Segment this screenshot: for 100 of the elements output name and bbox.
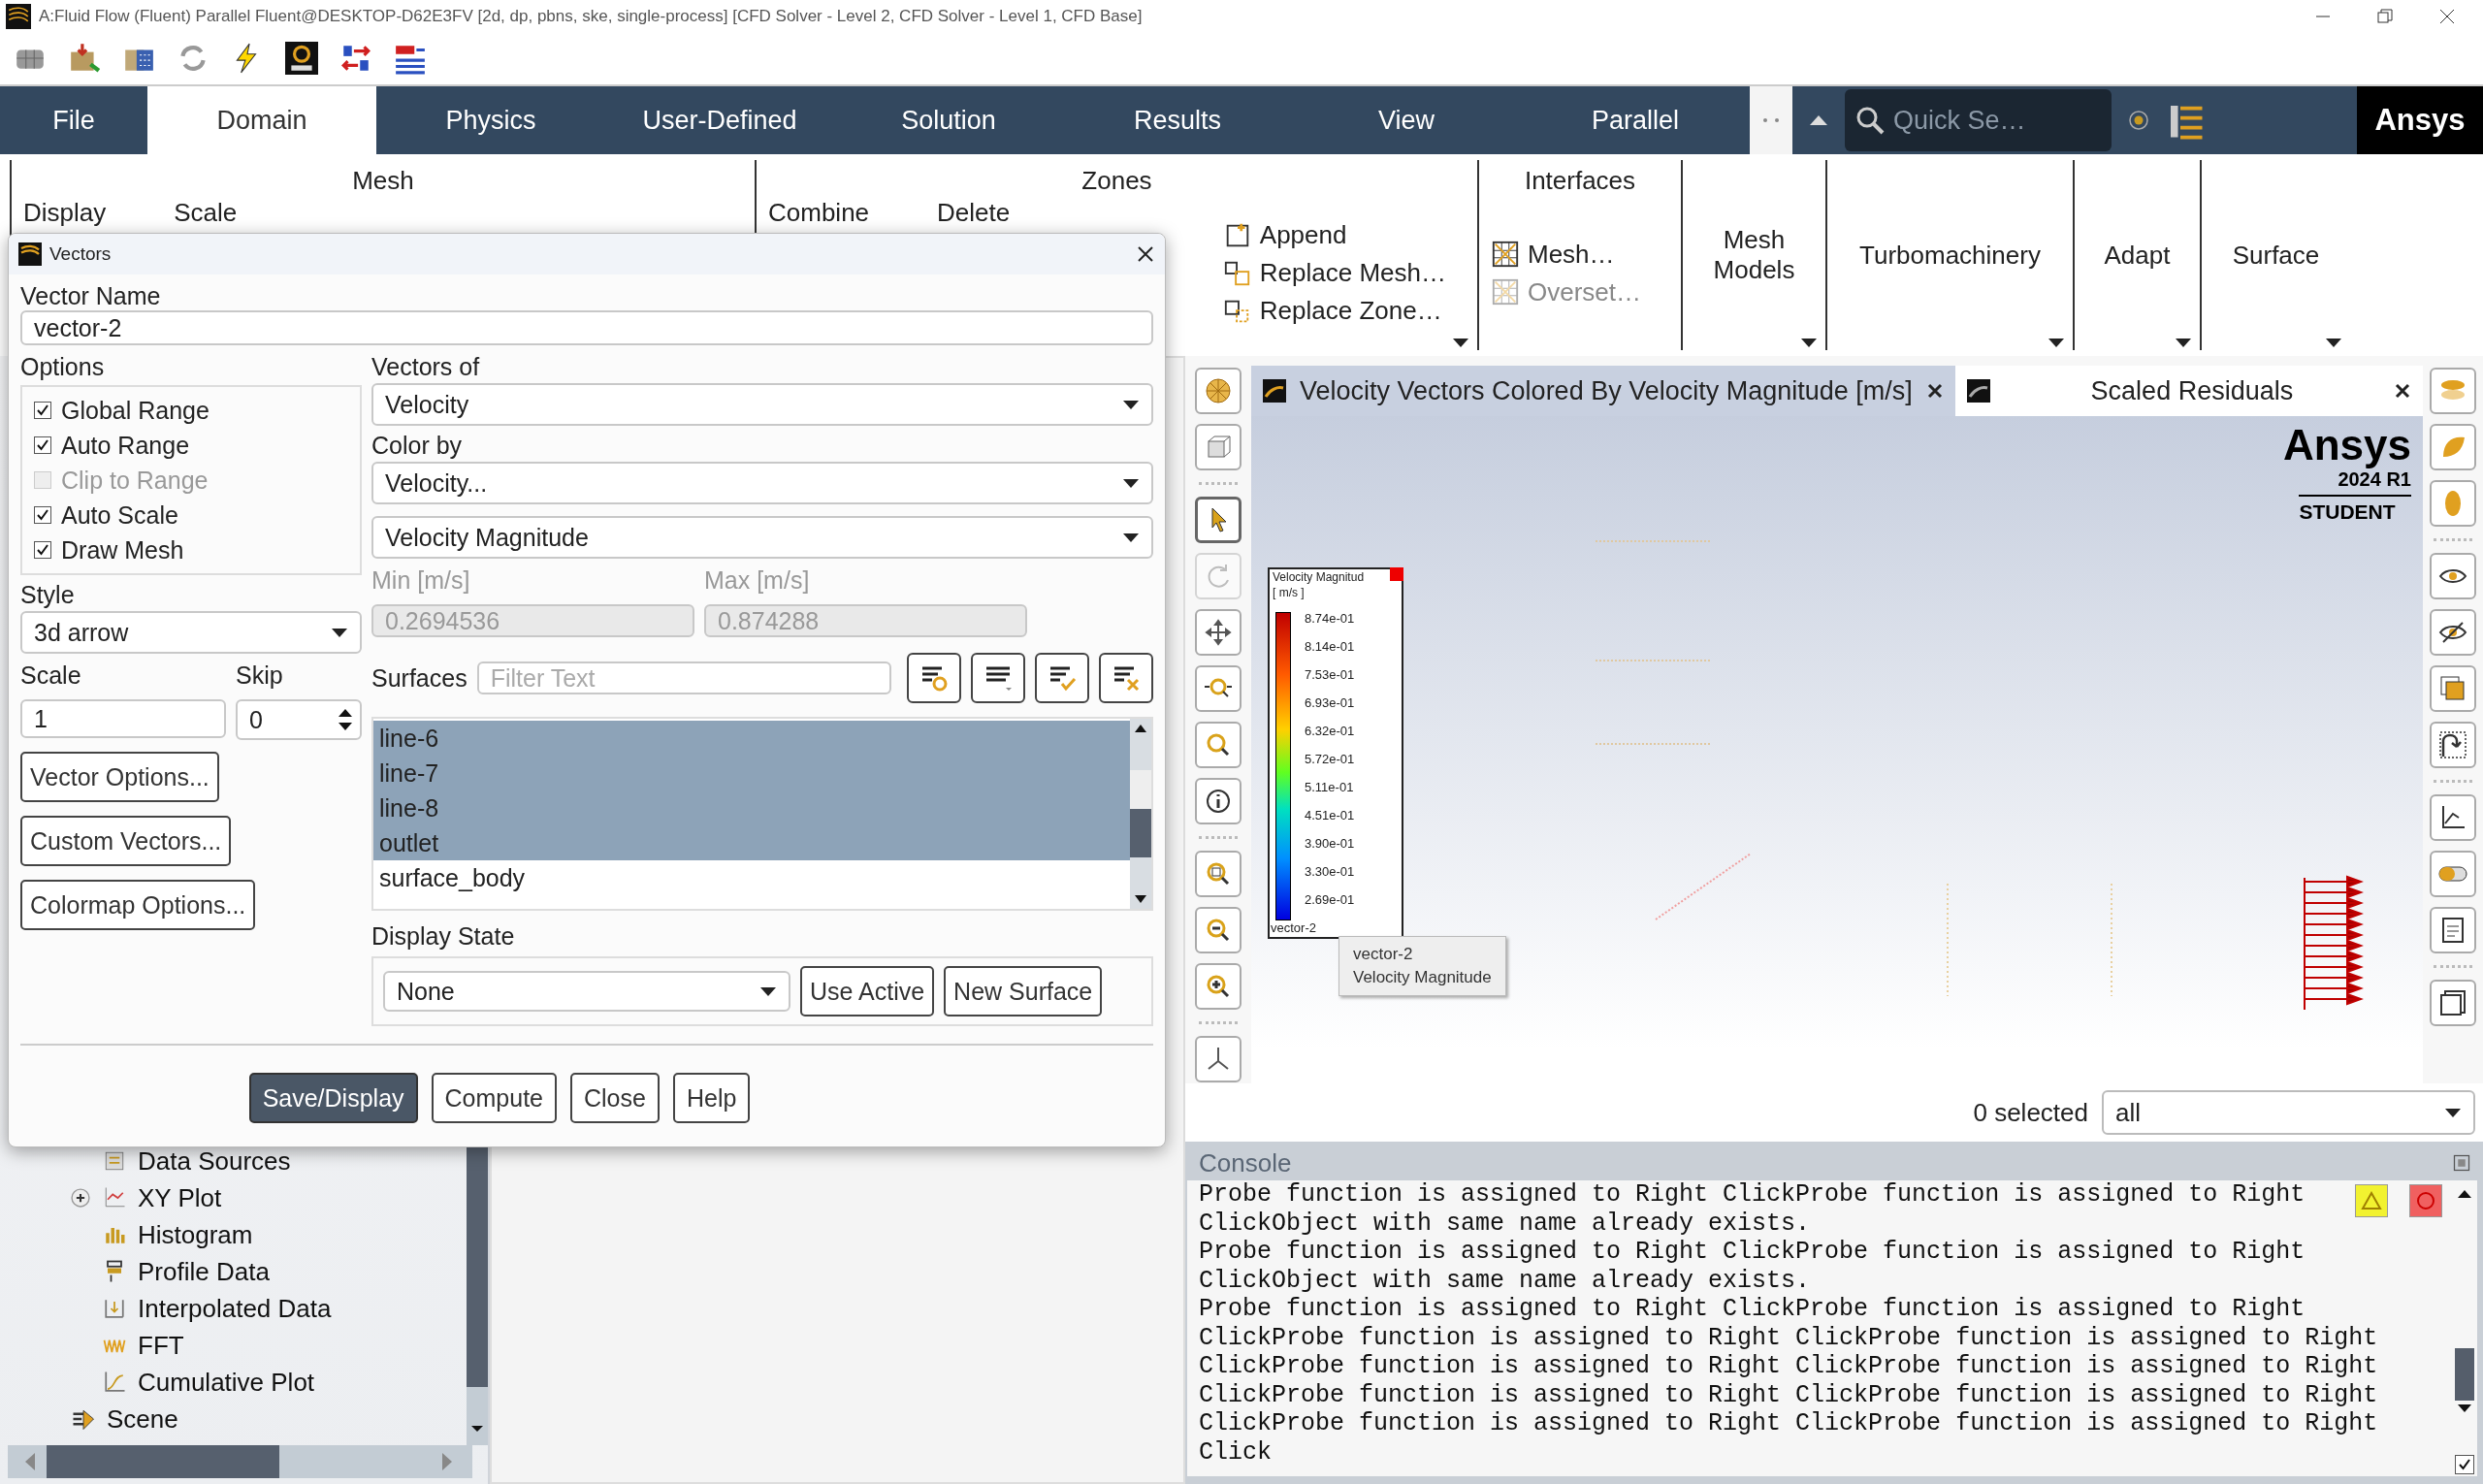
ribbon-button[interactable]: Replace Mesh… — [1222, 258, 1446, 288]
ribbon-menu-label[interactable]: Mesh Models — [1683, 225, 1825, 285]
options-button[interactable]: Custom Vectors... — [20, 816, 232, 866]
restore-icon[interactable] — [2376, 7, 2394, 25]
tool-button[interactable] — [2430, 907, 2476, 953]
tool-button[interactable] — [2430, 980, 2476, 1026]
tool-button[interactable] — [2430, 609, 2476, 656]
horizontal-scrollbar[interactable] — [8, 1445, 472, 1478]
ribbon-button[interactable]: Replace Zone… — [1222, 296, 1446, 326]
list-item[interactable]: outlet — [373, 825, 1130, 860]
close-icon[interactable] — [2394, 382, 2411, 400]
options-button[interactable]: Colormap Options... — [20, 880, 256, 930]
search-field[interactable]: Quick Se… — [1845, 89, 2112, 151]
filter-field[interactable]: Filter Text — [476, 661, 891, 694]
more-icon[interactable] — [1763, 118, 1779, 122]
close-icon[interactable] — [1925, 382, 1944, 400]
tree-item[interactable]: Profile Data — [138, 1256, 270, 1287]
close-icon[interactable] — [2438, 7, 2456, 25]
list-tool-button[interactable] — [907, 653, 961, 703]
tree-item[interactable]: Data Sources — [138, 1145, 291, 1177]
options-button[interactable]: Vector Options... — [20, 752, 219, 802]
color-field-dropdown[interactable]: Velocity Magnitude — [371, 516, 1153, 559]
tool-button[interactable] — [2430, 553, 2476, 599]
caret-icon — [1452, 337, 1469, 348]
ribbon-button[interactable]: Mesh… — [1491, 239, 1642, 270]
field-label: Vectors of — [371, 353, 481, 381]
dialog-button[interactable]: Compute — [431, 1073, 557, 1123]
legend-value: 6.93e-01 — [1305, 694, 1355, 712]
state-button[interactable]: Use Active — [800, 966, 935, 1016]
brand-logo: Ansys — [2357, 86, 2483, 154]
dialog-button[interactable]: Save/Display — [248, 1073, 418, 1123]
legend-value: 2.69e-01 — [1305, 890, 1355, 909]
tool-button[interactable] — [1195, 963, 1242, 1010]
vector-name-field[interactable]: vector-2 — [20, 310, 1153, 345]
checkbox[interactable] — [34, 402, 51, 419]
scroll-thumb[interactable] — [2455, 1348, 2474, 1401]
list-tool-button[interactable] — [1099, 653, 1153, 703]
scale-field[interactable]: 1 — [20, 699, 226, 738]
ribbon-button[interactable]: Combine — [768, 198, 870, 228]
list-item[interactable]: line-8 — [373, 790, 1130, 825]
legend-value: 7.53e-01 — [1305, 665, 1355, 684]
follow-checkbox[interactable] — [2455, 1455, 2474, 1474]
expand-toggle-icon[interactable] — [70, 1187, 91, 1209]
tool-button[interactable] — [2430, 722, 2476, 768]
package-icon[interactable] — [68, 42, 101, 75]
console-line: ClickProbe function is assigned to Right ClickProbe function is assigned to Right — [1199, 1352, 2378, 1381]
ribbon-button[interactable]: Scale — [174, 198, 238, 228]
help-icon[interactable] — [2127, 109, 2150, 132]
tool-button[interactable] — [1195, 1036, 1242, 1082]
scroll-thumb[interactable] — [1130, 770, 1151, 857]
list-item[interactable]: line-6 — [373, 721, 1130, 756]
tool-button[interactable] — [1195, 778, 1242, 824]
tree-item[interactable]: FFT — [138, 1330, 184, 1361]
checkbox-label: Draw Mesh — [61, 535, 184, 565]
scroll-up-icon[interactable] — [1133, 723, 1148, 734]
tool-button[interactable] — [1195, 609, 1242, 656]
tool-button[interactable] — [1195, 497, 1242, 543]
ribbon-menu-label[interactable]: Turbomachinery — [1859, 240, 2041, 271]
graphics-tab[interactable]: Scaled Residuals — [1954, 366, 2423, 416]
filter-dropdown[interactable]: all — [2102, 1090, 2475, 1135]
ribbon-button[interactable]: Delete — [937, 198, 1011, 228]
tree-item[interactable]: Cumulative Plot — [138, 1367, 315, 1398]
legend-value: 5.11e-01 — [1305, 778, 1355, 796]
style-dropdown[interactable]: 3d arrow — [20, 611, 362, 654]
graphics-tab[interactable]: Velocity Vectors Colored By Velocity Magnitude [m/s] — [1251, 366, 1955, 416]
ribbon-menu-label[interactable]: Surface — [2232, 240, 2320, 271]
undock-icon[interactable] — [2452, 1153, 2471, 1173]
warning-icon[interactable] — [2355, 1184, 2388, 1217]
scrollbar[interactable] — [1130, 719, 1151, 909]
ribbon-button[interactable]: Display — [23, 198, 107, 228]
tree-item[interactable]: XY Plot — [138, 1182, 222, 1213]
list-tool-button[interactable] — [1035, 653, 1089, 703]
checkbox-label: Clip to Range — [61, 466, 209, 495]
ribbon-menu-label[interactable]: Adapt — [2104, 240, 2171, 271]
dialog-button[interactable]: Close — [570, 1073, 660, 1123]
display-state-dropdown[interactable]: None — [383, 971, 790, 1012]
skip-spinner[interactable]: 0 — [236, 699, 362, 740]
tool-button[interactable] — [2430, 794, 2476, 841]
menu-tab[interactable]: Domain — [147, 86, 376, 154]
list-item[interactable]: line-7 — [373, 756, 1130, 790]
scroll-down-icon[interactable] — [467, 1387, 488, 1445]
checkbox[interactable] — [34, 506, 51, 524]
dialog-button[interactable]: Help — [672, 1073, 751, 1123]
list-tool-button[interactable] — [971, 653, 1025, 703]
checkbox[interactable] — [34, 541, 51, 559]
ribbon-button[interactable]: Append — [1222, 220, 1446, 250]
tree-item[interactable]: Scene — [107, 1403, 178, 1435]
tree-item[interactable]: Histogram — [138, 1219, 253, 1250]
tree-item[interactable]: Interpolated Data — [138, 1293, 332, 1324]
list-item[interactable]: surface_body — [373, 860, 1130, 895]
state-button[interactable]: New Surface — [944, 966, 1103, 1016]
legend-value: 4.51e-01 — [1305, 806, 1355, 824]
field-label: Max [m/s] — [704, 566, 811, 595]
color-by-dropdown[interactable]: Velocity... — [371, 462, 1153, 504]
scroll-down-icon[interactable] — [1133, 893, 1148, 905]
ribbon-group-title: Mesh — [352, 166, 414, 196]
checkbox[interactable] — [34, 436, 51, 454]
caret-icon — [759, 985, 777, 997]
vectors-of-dropdown[interactable]: Velocity — [371, 383, 1153, 426]
close-icon[interactable] — [1136, 244, 1155, 264]
